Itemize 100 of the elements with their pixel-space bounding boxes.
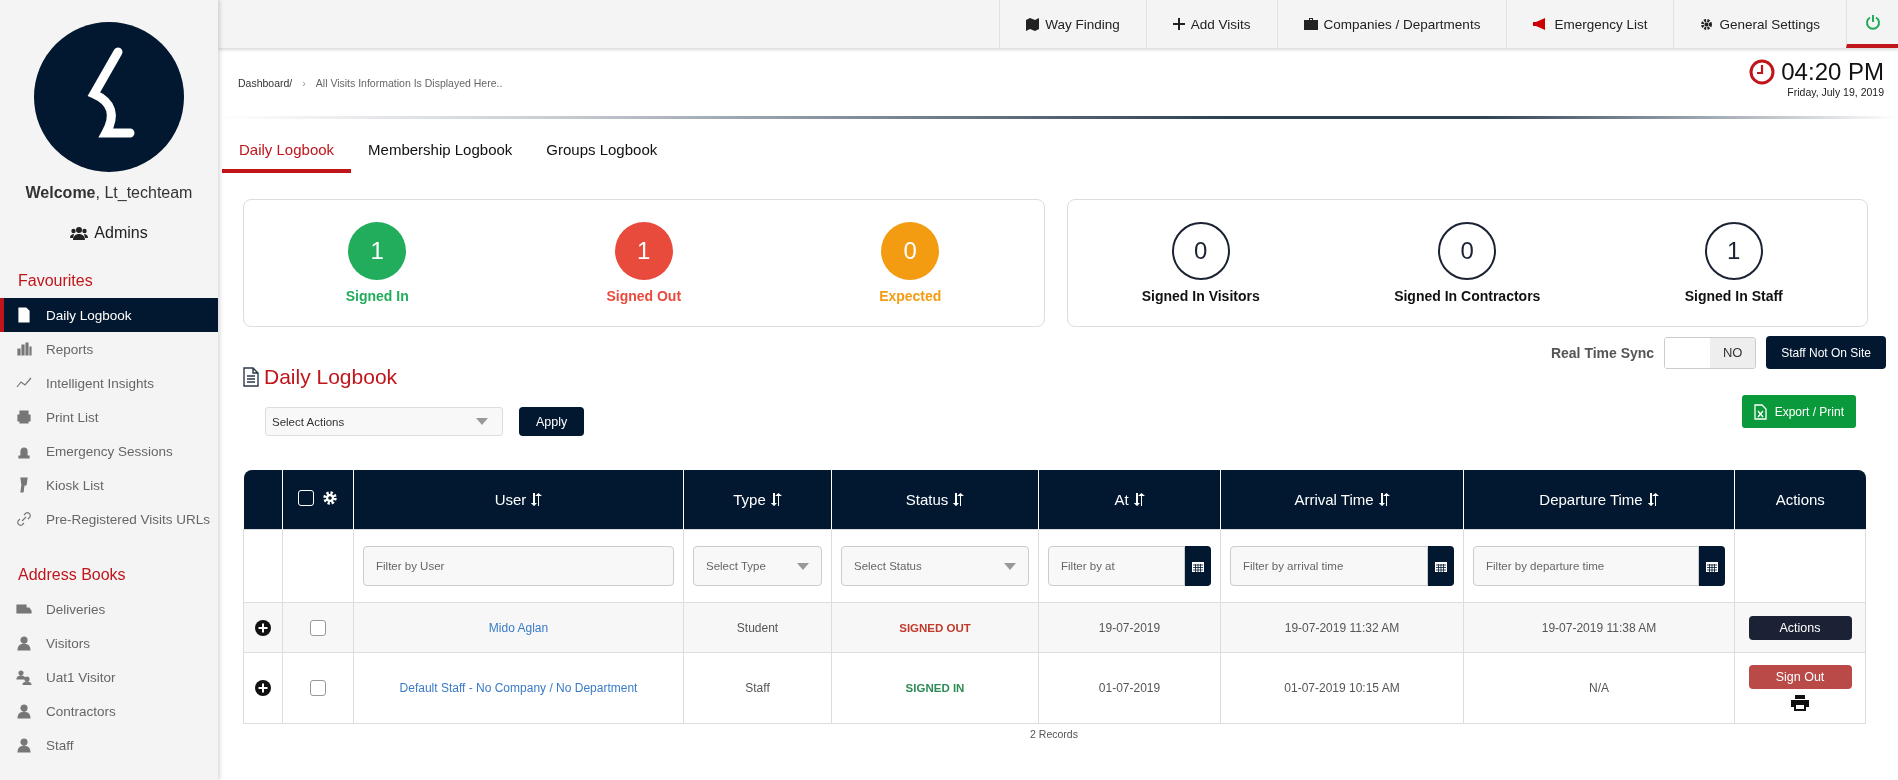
column-header[interactable]: Arrival Time [1220,470,1464,530]
filter-field[interactable]: Filter by at [1048,546,1185,586]
user-link[interactable]: Mido Aglan [488,620,549,635]
row-checkbox[interactable] [310,680,326,696]
logo-icon [34,22,184,172]
tab[interactable]: Membership Logbook [351,135,530,173]
stat-label: Expected [879,288,942,304]
calendar-button[interactable] [1699,546,1725,586]
records-count: 2 Records [1029,728,1079,740]
plus-icon [1172,18,1185,30]
filter-field[interactable]: Filter by arrival time [1230,546,1428,586]
top-nav-link[interactable]: Way Finding [999,0,1146,48]
departure-time-text: 19-07-2019 11:38 AM [1541,620,1657,635]
caret-icon [476,418,488,425]
row-checkbox[interactable] [310,619,326,636]
user-link[interactable]: Default Staff - No Company / No Department [399,681,638,695]
select-all-checkbox[interactable] [298,490,314,506]
count-badge: 0 [1438,222,1497,280]
welcome-text: Welcome, Lt_techteam [24,184,194,202]
sidebar-item[interactable]: Uat1 Visitor [0,660,218,694]
person-icon [16,737,32,753]
expand-icon[interactable] [255,680,271,696]
sidebar-item[interactable]: Emergency Sessions [0,434,218,468]
column-header[interactable]: Status [831,470,1039,530]
arrival-time-text: 19-07-2019 11:32 AM [1284,620,1400,635]
top-nav-link[interactable]: Emergency List [1506,0,1674,48]
sidebar-item[interactable]: Print List [0,400,218,434]
sync-label: Real Time Sync [1550,344,1655,361]
departure-time-text: N/A [1589,681,1609,695]
column-header[interactable]: At [1038,470,1221,530]
section-heading: Address Books [18,566,127,584]
calendar-button[interactable] [1185,546,1211,586]
stat-label: Signed In Staff [1684,288,1783,304]
sign-out-button[interactable]: Sign Out [1748,665,1852,689]
filter-dropdown[interactable]: Select Status [841,546,1029,586]
column-header: Actions [1734,470,1866,530]
sidebar-item[interactable]: Deliveries [0,592,218,626]
settings-icon[interactable] [322,490,338,506]
link-icon [16,511,32,527]
map-icon [1026,17,1040,31]
sync-toggle[interactable]: NO [1664,336,1757,369]
sidebar-item[interactable]: Pre-Registered Visits URLs [0,502,218,536]
tab[interactable]: Groups Logbook [529,135,675,173]
briefcase-icon [1303,18,1318,30]
role-label: Admins [94,224,148,242]
breadcrumb-link[interactable]: Dashboard/ [238,77,293,89]
filter-field[interactable]: Filter by User [363,546,674,586]
sidebar-item[interactable]: Daily Logbook [0,298,218,332]
filter-dropdown[interactable]: Select Type [693,546,822,586]
top-nav-link[interactable]: Add Visits [1145,0,1277,48]
users-icon [70,226,89,240]
spreadsheet-file-icon [1753,403,1767,420]
arrival-time-text: 01-07-2019 10:15 AM [1284,681,1400,695]
sidebar-item[interactable]: Reports [0,332,218,366]
page-title: Daily Logbook [264,365,398,389]
sort-icon[interactable] [953,493,965,506]
stat-label: Signed In Visitors [1141,288,1260,304]
sort-icon[interactable] [531,493,543,506]
sidebar-item[interactable]: Intelligent Insights [0,366,218,400]
tab[interactable]: Daily Logbook [222,135,352,173]
stat-label: Signed In Contractors [1394,288,1541,304]
export-button[interactable]: Export / Print [1741,395,1856,428]
printer-icon[interactable] [1791,695,1809,711]
clock-time: 04:20 PM [1781,58,1884,86]
settings-icon [1700,17,1714,31]
count-badge: 0 [1171,222,1230,280]
caret-icon [797,562,809,570]
bar-chart-icon [16,341,32,357]
power-icon [1864,14,1881,30]
date-text: 01-07-2019 [1098,681,1161,695]
apply-button[interactable]: Apply [519,407,585,436]
sort-icon[interactable] [1133,493,1145,506]
person-icon [16,635,32,651]
sidebar-item[interactable]: Contractors [0,694,218,728]
section-heading: Favourites [18,272,94,290]
clock-date: Friday, July 19, 2019 [1787,86,1884,98]
actions-button[interactable]: Actions [1748,615,1852,640]
count-badge: 1 [614,222,673,280]
actions-dropdown[interactable]: Select Actions [265,407,503,436]
sidebar-item[interactable]: Staff [0,728,218,762]
column-header[interactable]: User [353,470,684,530]
calendar-button[interactable] [1428,546,1454,586]
sort-icon[interactable] [770,493,782,506]
sidebar-item[interactable]: Visitors [0,626,218,660]
sidebar-item[interactable]: Kiosk List [0,468,218,502]
filter-field[interactable]: Filter by departure time [1473,546,1699,586]
chevron-icon: › [302,77,306,89]
column-header[interactable]: Departure Time [1463,470,1735,530]
staff-not-on-site-button[interactable]: Staff Not On Site [1766,336,1886,369]
date-text: 19-07-2019 [1098,620,1161,635]
power-button[interactable] [1846,0,1898,48]
sort-icon[interactable] [1378,493,1390,506]
sort-icon[interactable] [1647,493,1659,506]
column-header[interactable]: Type [683,470,832,530]
count-badge: 1 [1704,222,1763,280]
top-nav-link[interactable]: Companies / Departments [1276,0,1507,48]
person-icon [16,703,32,719]
expand-icon[interactable] [255,619,271,636]
breadcrumb-current: All Visits Information Is Displayed Here.. [315,77,503,89]
people-icon [16,669,32,685]
